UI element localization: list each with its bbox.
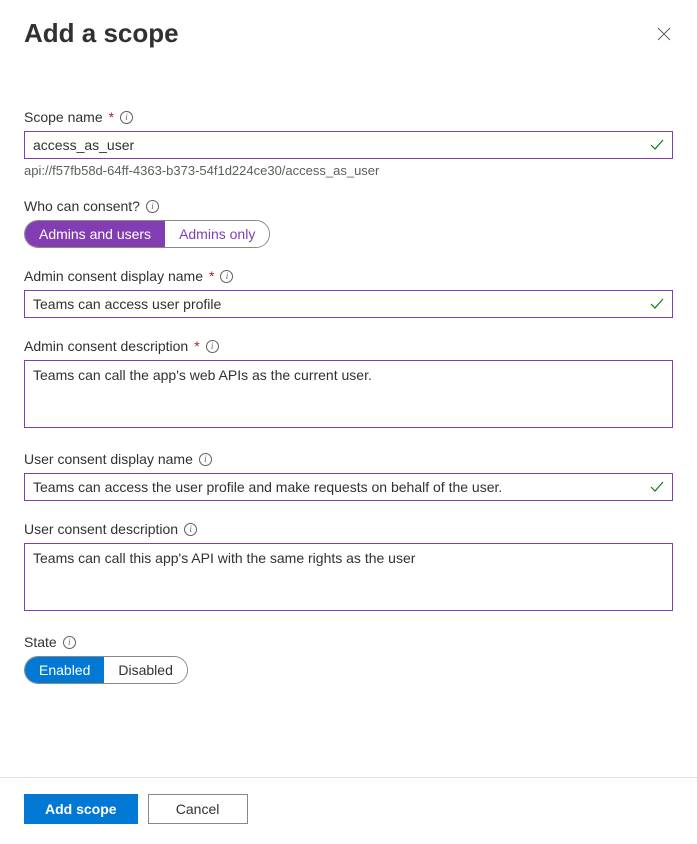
admin-desc-label: Admin consent description * i (24, 338, 673, 354)
label-text: State (24, 634, 57, 650)
label-text: User consent display name (24, 451, 193, 467)
label-text: User consent description (24, 521, 178, 537)
close-icon (657, 27, 671, 44)
add-scope-button[interactable]: Add scope (24, 794, 138, 824)
label-text: Admin consent display name (24, 268, 203, 284)
user-display-label: User consent display name i (24, 451, 673, 467)
user-display-input[interactable] (24, 473, 673, 501)
checkmark-icon (649, 137, 665, 153)
panel-title: Add a scope (24, 18, 179, 49)
label-text: Who can consent? (24, 198, 140, 214)
who-consent-label: Who can consent? i (24, 198, 673, 214)
state-enabled[interactable]: Enabled (25, 657, 104, 683)
admin-display-input[interactable] (24, 290, 673, 318)
field-admin-description: Admin consent description * i (24, 338, 673, 431)
label-text: Scope name (24, 109, 103, 125)
input-wrap (24, 290, 673, 318)
required-asterisk: * (194, 338, 199, 354)
consent-admins-users[interactable]: Admins and users (25, 221, 165, 247)
checkmark-icon (649, 479, 665, 495)
state-label: State i (24, 634, 673, 650)
info-icon[interactable]: i (184, 523, 197, 536)
field-state: State i Enabled Disabled (24, 634, 673, 684)
user-desc-textarea[interactable] (24, 543, 673, 611)
user-desc-label: User consent description i (24, 521, 673, 537)
scope-name-label: Scope name * i (24, 109, 673, 125)
field-admin-display-name: Admin consent display name * i (24, 268, 673, 318)
consent-admins-only[interactable]: Admins only (165, 221, 269, 247)
state-disabled[interactable]: Disabled (104, 657, 186, 683)
close-button[interactable] (655, 26, 673, 44)
label-text: Admin consent description (24, 338, 188, 354)
input-wrap (24, 473, 673, 501)
consent-toggle-group: Admins and users Admins only (24, 220, 270, 248)
input-wrap (24, 131, 673, 159)
required-asterisk: * (109, 109, 114, 125)
form-body: Scope name * i api://f57fb58d-64ff-4363-… (24, 109, 673, 777)
info-icon[interactable]: i (120, 111, 133, 124)
state-toggle-group: Enabled Disabled (24, 656, 188, 684)
add-scope-panel: Add a scope Scope name * i api://f57fb58… (0, 0, 697, 844)
checkmark-icon (649, 296, 665, 312)
info-icon[interactable]: i (206, 340, 219, 353)
info-icon[interactable]: i (146, 200, 159, 213)
field-user-display-name: User consent display name i (24, 451, 673, 501)
info-icon[interactable]: i (63, 636, 76, 649)
required-asterisk: * (209, 268, 214, 284)
scope-name-input[interactable] (24, 131, 673, 159)
field-user-description: User consent description i (24, 521, 673, 614)
cancel-button[interactable]: Cancel (148, 794, 248, 824)
info-icon[interactable]: i (199, 453, 212, 466)
admin-desc-textarea[interactable] (24, 360, 673, 428)
field-who-consent: Who can consent? i Admins and users Admi… (24, 198, 673, 248)
panel-footer: Add scope Cancel (0, 777, 697, 844)
admin-display-label: Admin consent display name * i (24, 268, 673, 284)
scope-uri-helper: api://f57fb58d-64ff-4363-b373-54f1d224ce… (24, 163, 673, 178)
panel-header: Add a scope (24, 18, 673, 49)
field-scope-name: Scope name * i api://f57fb58d-64ff-4363-… (24, 109, 673, 178)
info-icon[interactable]: i (220, 270, 233, 283)
